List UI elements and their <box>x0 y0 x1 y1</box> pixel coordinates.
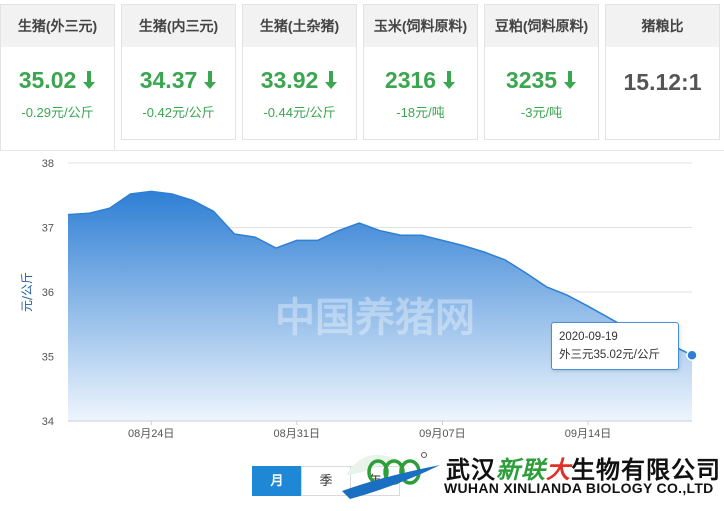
chart-watermark: 中国养猪网 <box>275 295 475 341</box>
down-arrow-icon <box>83 71 96 89</box>
y-tick-label: 35 <box>42 352 54 364</box>
card-title: 生猪(内三元) <box>122 5 235 47</box>
range-tab-month[interactable]: 月 <box>252 466 302 496</box>
card-change: -3元/吨 <box>520 105 563 120</box>
card-title: 生猪(外三元) <box>1 5 114 47</box>
card-value: 3235 <box>485 67 598 94</box>
price-chart-panel: 34 35 36 37 38 08月24日 08月31日 09月07日 09月14日 元/公斤中国… <box>0 150 724 511</box>
card-change: -0.44元/公斤 <box>263 105 336 120</box>
down-arrow-icon <box>564 71 577 89</box>
data-point-highlight <box>686 349 698 361</box>
tooltip-date: 2020-09-19 <box>559 331 618 343</box>
card-title: 豆粕(饲料原料) <box>485 5 598 47</box>
card-corn[interactable]: 玉米(饲料原料) 2316 -18元/吨 <box>363 4 478 140</box>
card-value: 35.02 <box>1 67 114 94</box>
y-tick-label: 37 <box>42 223 54 235</box>
down-arrow-icon <box>204 71 217 89</box>
y-tick-label: 38 <box>42 158 54 170</box>
price-cards: 生猪(外三元) 35.02 -0.29元/公斤 生猪(内三元) 34.37 -0… <box>0 0 724 151</box>
y-tick-label: 36 <box>42 287 54 299</box>
company-logo-icon <box>342 452 440 499</box>
x-tick-label: 08月31日 <box>274 428 320 440</box>
y-tick-label: 34 <box>42 416 54 428</box>
y-axis-title: 元/公斤 <box>20 272 34 312</box>
card-title: 生猪(土杂猪) <box>243 5 356 47</box>
card-change: -0.29元/公斤 <box>21 105 94 120</box>
card-live-pig-waisanyuan[interactable]: 生猪(外三元) 35.02 -0.29元/公斤 <box>0 4 115 151</box>
x-tick-label: 08月24日 <box>128 428 174 440</box>
tooltip-value: 外三元35.02元/公斤 <box>559 349 660 361</box>
card-title: 玉米(饲料原料) <box>364 5 477 47</box>
x-tick-label: 09月14日 <box>565 428 611 440</box>
card-pig-grain-ratio[interactable]: 猪粮比 15.12:1 <box>605 4 720 140</box>
card-change: -18元/吨 <box>396 105 445 120</box>
card-live-pig-neisanyuan[interactable]: 生猪(内三元) 34.37 -0.42元/公斤 <box>121 4 236 140</box>
chart-tooltip: 2020-09-19 外三元35.02元/公斤 <box>551 322 679 370</box>
card-live-pig-tuza[interactable]: 生猪(土杂猪) 33.92 -0.44元/公斤 <box>242 4 357 140</box>
card-value: 15.12:1 <box>623 69 702 95</box>
x-tick-label: 09月07日 <box>419 428 465 440</box>
card-title: 猪粮比 <box>606 5 719 47</box>
card-soybean-meal[interactable]: 豆粕(饲料原料) 3235 -3元/吨 <box>484 4 599 140</box>
card-value: 2316 <box>364 67 477 94</box>
down-arrow-icon <box>443 71 456 89</box>
company-name-en: WUHAN XINLIANDA BIOLOGY CO.,LTD <box>444 480 714 496</box>
company-logo: 武汉新联大生物有限公司 WUHAN XINLIANDA BIOLOGY CO.,… <box>340 447 724 503</box>
card-value: 33.92 <box>243 67 356 94</box>
down-arrow-icon <box>325 71 338 89</box>
card-value: 34.37 <box>122 67 235 94</box>
card-change: -0.42元/公斤 <box>142 105 215 120</box>
